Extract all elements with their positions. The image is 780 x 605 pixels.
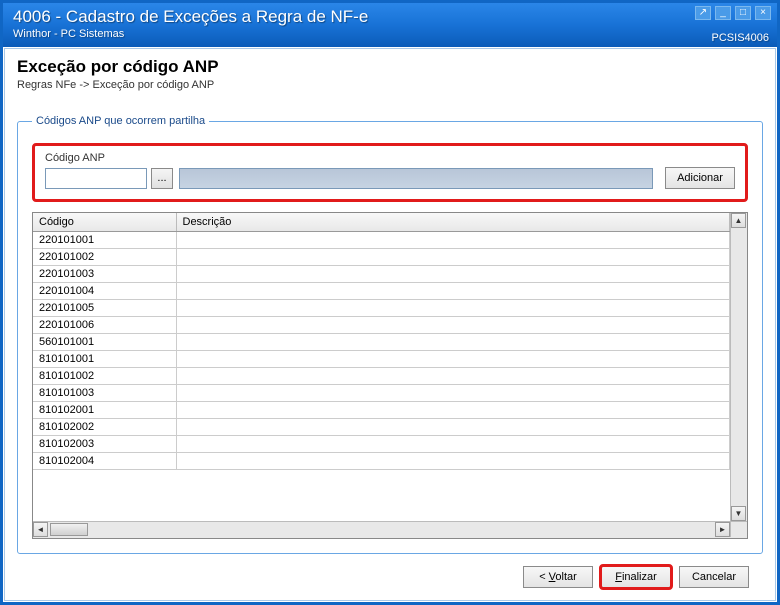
window-controls: ↗ _ □ × bbox=[695, 6, 771, 20]
lookup-button[interactable]: ... bbox=[151, 168, 173, 189]
finalizar-button[interactable]: Finalizar bbox=[601, 566, 671, 588]
scroll-corner bbox=[730, 522, 747, 537]
cell-descricao bbox=[176, 316, 730, 333]
page-title: Exceção por código ANP bbox=[17, 57, 763, 77]
cell-descricao bbox=[176, 248, 730, 265]
codigo-anp-input[interactable] bbox=[45, 168, 147, 189]
cell-codigo: 220101001 bbox=[33, 231, 176, 248]
maximize-button[interactable]: □ bbox=[735, 6, 751, 20]
cell-codigo: 810102003 bbox=[33, 435, 176, 452]
cell-descricao bbox=[176, 367, 730, 384]
cell-descricao bbox=[176, 231, 730, 248]
scroll-down-icon[interactable]: ▼ bbox=[731, 506, 746, 521]
cell-codigo: 220101004 bbox=[33, 282, 176, 299]
cell-descricao bbox=[176, 350, 730, 367]
system-id: PCSIS4006 bbox=[712, 32, 769, 44]
scroll-thumb[interactable] bbox=[50, 523, 88, 536]
table-row[interactable]: 560101001 bbox=[33, 333, 730, 350]
cell-codigo: 220101005 bbox=[33, 299, 176, 316]
codigo-anp-description bbox=[179, 168, 653, 189]
cell-codigo: 810101003 bbox=[33, 384, 176, 401]
vertical-scrollbar[interactable]: ▲ ▼ bbox=[730, 213, 747, 521]
cell-codigo: 810101001 bbox=[33, 350, 176, 367]
table-row[interactable]: 220101006 bbox=[33, 316, 730, 333]
data-grid: Código Descrição 22010100122010100222010… bbox=[32, 212, 748, 539]
cell-descricao bbox=[176, 299, 730, 316]
cell-codigo: 220101002 bbox=[33, 248, 176, 265]
cell-codigo: 220101006 bbox=[33, 316, 176, 333]
table-row[interactable]: 810101002 bbox=[33, 367, 730, 384]
column-descricao[interactable]: Descrição bbox=[176, 213, 730, 231]
scroll-up-icon[interactable]: ▲ bbox=[731, 213, 746, 228]
table-row[interactable]: 220101001 bbox=[33, 231, 730, 248]
cell-descricao bbox=[176, 282, 730, 299]
table-row[interactable]: 810101001 bbox=[33, 350, 730, 367]
minimize-button[interactable]: _ bbox=[715, 6, 731, 20]
cell-descricao bbox=[176, 333, 730, 350]
cell-codigo: 810102004 bbox=[33, 452, 176, 469]
content-area: Exceção por código ANP Regras NFe -> Exc… bbox=[4, 48, 776, 601]
scroll-left-icon[interactable]: ◄ bbox=[33, 522, 48, 537]
table-row[interactable]: 220101002 bbox=[33, 248, 730, 265]
input-row: ... Adicionar bbox=[45, 167, 735, 189]
voltar-button[interactable]: < Voltar bbox=[523, 566, 593, 588]
restore-icon[interactable]: ↗ bbox=[695, 6, 711, 20]
codigos-table: Código Descrição 22010100122010100222010… bbox=[33, 213, 730, 470]
adicionar-button[interactable]: Adicionar bbox=[665, 167, 735, 189]
window-title: 4006 - Cadastro de Exceções a Regra de N… bbox=[13, 7, 769, 27]
table-row[interactable]: 220101004 bbox=[33, 282, 730, 299]
horizontal-scrollbar[interactable]: ◄ ► bbox=[33, 521, 747, 538]
cell-codigo: 810101002 bbox=[33, 367, 176, 384]
breadcrumb: Regras NFe -> Exceção por código ANP bbox=[17, 79, 763, 91]
cell-codigo: 810102001 bbox=[33, 401, 176, 418]
group-legend: Códigos ANP que ocorrem partilha bbox=[32, 115, 209, 127]
table-row[interactable]: 810102004 bbox=[33, 452, 730, 469]
table-row[interactable]: 810102002 bbox=[33, 418, 730, 435]
cell-codigo: 560101001 bbox=[33, 333, 176, 350]
window-subtitle: Winthor - PC Sistemas bbox=[13, 28, 769, 40]
table-row[interactable]: 810102003 bbox=[33, 435, 730, 452]
cancelar-button[interactable]: Cancelar bbox=[679, 566, 749, 588]
titlebar: 4006 - Cadastro de Exceções a Regra de N… bbox=[3, 3, 777, 47]
cell-descricao bbox=[176, 265, 730, 282]
table-row[interactable]: 810102001 bbox=[33, 401, 730, 418]
cell-codigo: 810102002 bbox=[33, 418, 176, 435]
cell-descricao bbox=[176, 401, 730, 418]
scroll-right-icon[interactable]: ► bbox=[715, 522, 730, 537]
app-window: 4006 - Cadastro de Exceções a Regra de N… bbox=[0, 0, 780, 605]
cell-descricao bbox=[176, 418, 730, 435]
cell-codigo: 220101003 bbox=[33, 265, 176, 282]
footer-buttons: < Voltar Finalizar Cancelar bbox=[17, 554, 763, 590]
input-block: Código ANP ... Adicionar bbox=[32, 143, 748, 202]
cell-descricao bbox=[176, 452, 730, 469]
table-row[interactable]: 810101003 bbox=[33, 384, 730, 401]
table-row[interactable]: 220101003 bbox=[33, 265, 730, 282]
cell-descricao bbox=[176, 435, 730, 452]
codigo-anp-label: Código ANP bbox=[45, 152, 735, 164]
column-codigo[interactable]: Código bbox=[33, 213, 176, 231]
table-row[interactable]: 220101005 bbox=[33, 299, 730, 316]
close-button[interactable]: × bbox=[755, 6, 771, 20]
cell-descricao bbox=[176, 384, 730, 401]
group-codigos-anp: Códigos ANP que ocorrem partilha Código … bbox=[17, 115, 763, 554]
